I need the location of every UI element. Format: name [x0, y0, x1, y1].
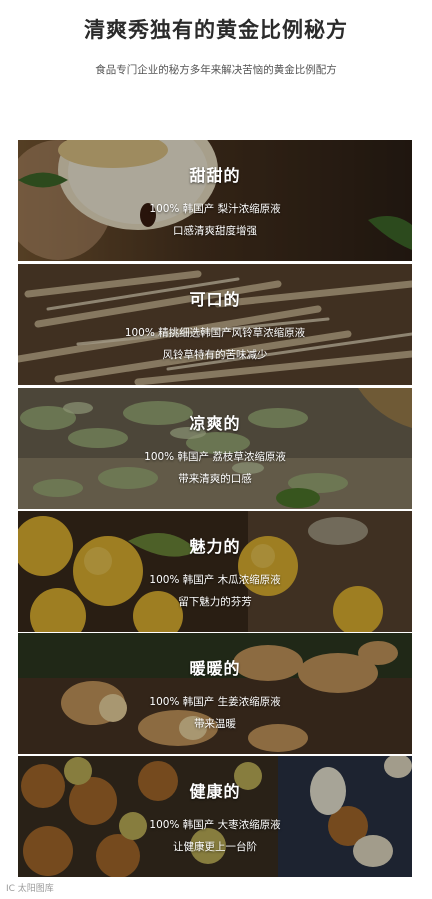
card-line-2: 带来温暖: [194, 718, 236, 730]
card-heading: 凉爽的: [189, 414, 241, 433]
card-line-2: 口感清爽甜度增强: [173, 225, 257, 237]
card-line-2: 让健康更上一台阶: [173, 841, 257, 853]
card-line-1: 100% 韩国产 木瓜浓缩原液: [149, 574, 281, 586]
card-line-2: 风铃草特有的苦味减少: [162, 349, 268, 361]
card-line-2: 带来清爽的口感: [178, 473, 252, 485]
card-heading: 可口的: [189, 290, 241, 309]
ingredient-card-bellflower: 可口的 100% 精挑细选韩国产风铃草浓缩原液 风铃草特有的苦味减少: [18, 264, 412, 385]
page-subtitle: 食品专门企业的秘方多年来解决苦恼的黄金比例配方: [95, 64, 337, 76]
page-header: 清爽秀独有的黄金比例秘方 食品专门企业的秘方多年来解决苦恼的黄金比例配方: [0, 0, 432, 140]
ingredient-card-herb: 凉爽的 100% 韩国产 荔枝草浓缩原液 带来清爽的口感: [18, 388, 412, 509]
card-heading: 甜甜的: [189, 166, 241, 185]
card-line-1: 100% 韩国产 生姜浓缩原液: [149, 696, 281, 708]
card-line-1: 100% 韩国产 荔枝草浓缩原液: [144, 451, 286, 463]
ingredient-card-quince: 魅力的 100% 韩国产 木瓜浓缩原液 留下魅力的芬芳: [18, 511, 412, 632]
card-line-1: 100% 韩国产 梨汁浓缩原液: [149, 203, 281, 215]
card-line-1: 100% 精挑细选韩国产风铃草浓缩原液: [124, 327, 306, 339]
ingredient-card-ginger: 暖暖的 100% 韩国产 生姜浓缩原液 带来温暖: [18, 633, 412, 754]
card-line-1: 100% 韩国产 大枣浓缩原液: [149, 819, 281, 831]
ingredient-card-pear: 甜甜的 100% 韩国产 梨汁浓缩原液 口感清爽甜度增强: [18, 140, 412, 261]
page-title: 清爽秀独有的黄金比例秘方: [84, 18, 348, 42]
card-line-2: 留下魅力的芬芳: [178, 596, 252, 608]
ingredient-card-jujube: 健康的 100% 韩国产 大枣浓缩原液 让健康更上一台阶: [18, 756, 412, 877]
card-heading: 暖暖的: [189, 659, 241, 678]
card-heading: 健康的: [189, 782, 241, 801]
watermark: IC 太阳图库: [6, 884, 54, 894]
card-heading: 魅力的: [189, 537, 241, 556]
